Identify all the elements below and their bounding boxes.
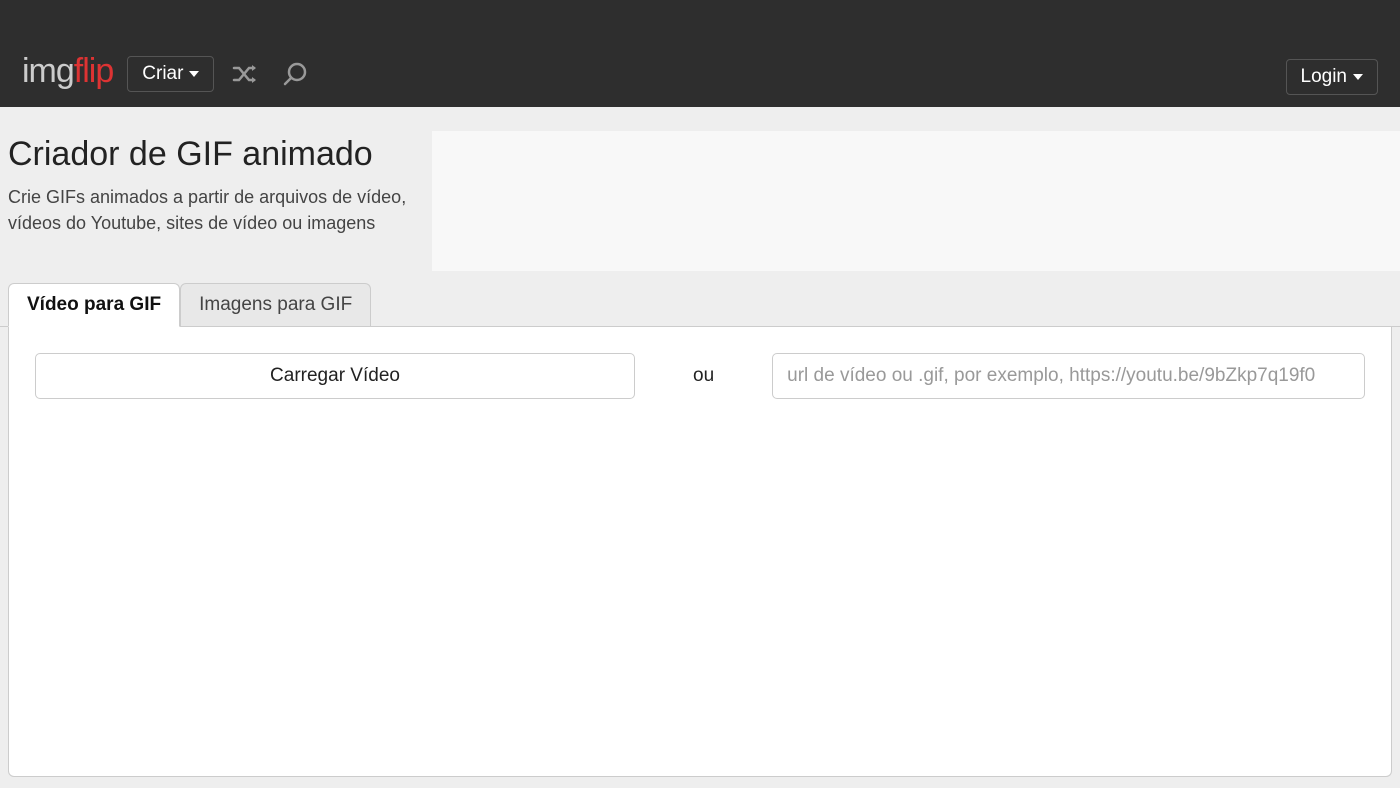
content-top: Criador de GIF animado Crie GIFs animado… (0, 107, 1400, 271)
header: imgflip Criar Login (0, 0, 1400, 107)
search-icon[interactable] (278, 57, 312, 91)
logo-text-img: img (22, 52, 74, 91)
caret-down-icon (189, 71, 199, 77)
create-button[interactable]: Criar (127, 56, 214, 92)
logo[interactable]: imgflip (22, 52, 113, 95)
ad-space (432, 131, 1400, 271)
create-button-label: Criar (142, 63, 183, 85)
tab-images-to-gif[interactable]: Imagens para GIF (180, 283, 371, 326)
tab-label: Vídeo para GIF (27, 294, 161, 315)
tab-video-to-gif[interactable]: Vídeo para GIF (8, 283, 180, 327)
upload-button-label: Carregar Vídeo (270, 365, 400, 386)
main-panel: Carregar Vídeo ou (8, 327, 1392, 777)
or-separator: ou (635, 365, 772, 387)
caret-down-icon (1353, 74, 1363, 80)
shuffle-icon[interactable] (228, 58, 264, 90)
tabs-row: Vídeo para GIF Imagens para GIF (0, 283, 1400, 327)
page-title: Criador de GIF animado (8, 135, 424, 174)
header-left: imgflip Criar (22, 52, 312, 95)
title-block: Criador de GIF animado Crie GIFs animado… (0, 107, 432, 271)
header-right: Login (1286, 59, 1379, 95)
tab-label: Imagens para GIF (199, 294, 352, 315)
logo-text-flip: flip (74, 52, 113, 91)
video-url-input[interactable] (772, 353, 1365, 399)
upload-row: Carregar Vídeo ou (35, 353, 1365, 399)
page-subtitle: Crie GIFs animados a partir de arquivos … (8, 184, 424, 236)
login-button-label: Login (1301, 66, 1348, 88)
login-button[interactable]: Login (1286, 59, 1379, 95)
upload-video-button[interactable]: Carregar Vídeo (35, 353, 635, 399)
